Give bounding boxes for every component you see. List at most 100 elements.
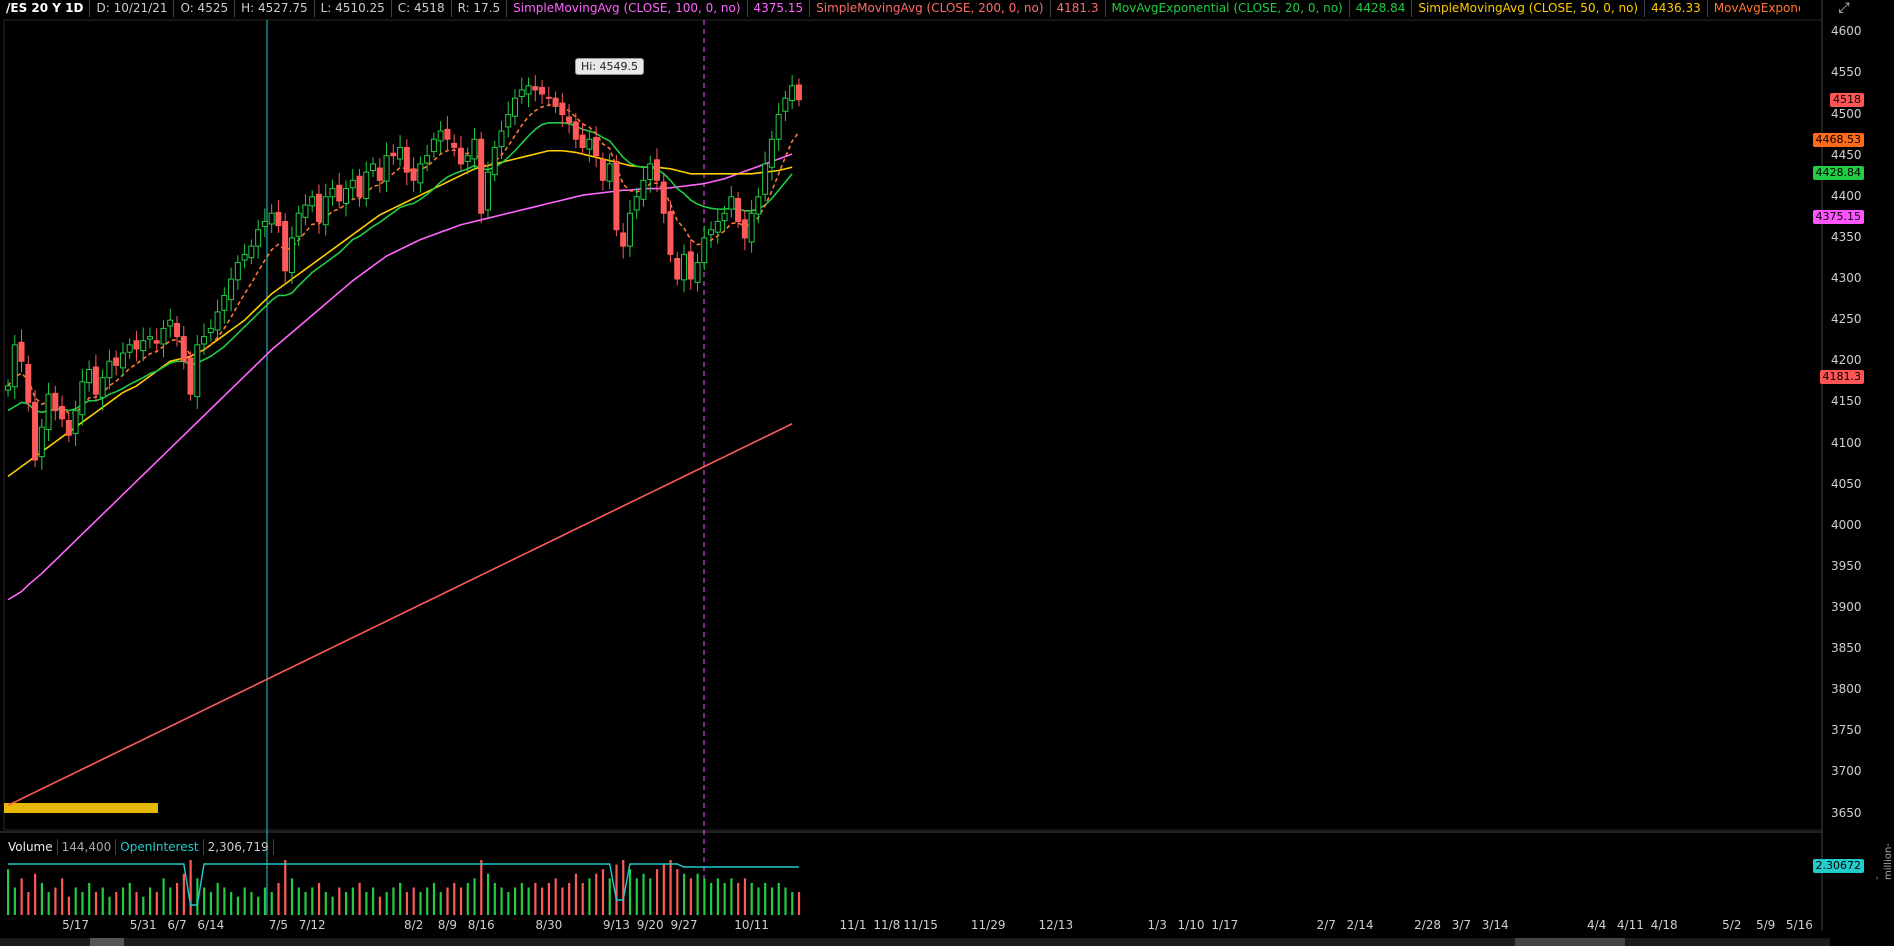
price-tick: 3850 bbox=[1831, 641, 1862, 656]
study-sma200-label[interactable]: SimpleMovingAvg (CLOSE, 200, 0, no) bbox=[810, 0, 1051, 17]
candle-body bbox=[322, 196, 329, 226]
candle-body bbox=[72, 410, 79, 435]
volume-bar bbox=[520, 882, 523, 915]
volume-bar bbox=[777, 882, 780, 915]
time-tick: 9/27 bbox=[670, 918, 698, 932]
volume-bar bbox=[121, 887, 125, 915]
candle-body bbox=[376, 167, 383, 181]
scroll-thumb[interactable] bbox=[90, 938, 124, 946]
sma50-line bbox=[7, 149, 793, 478]
volume-bar bbox=[290, 878, 294, 915]
candle-body bbox=[545, 96, 552, 99]
candle-body bbox=[363, 171, 370, 199]
price-tick: 4500 bbox=[1831, 106, 1862, 121]
volume-bar bbox=[581, 882, 584, 915]
volume-bar bbox=[683, 873, 686, 915]
study-sma50-label[interactable]: SimpleMovingAvg (CLOSE, 50, 0, no) bbox=[1412, 0, 1646, 17]
study-ema20-label[interactable]: MovAvgExponential (CLOSE, 20, 0, no) bbox=[1106, 0, 1350, 17]
open-interest-line bbox=[8, 863, 799, 906]
study-sma50-value: 4436.33 bbox=[1645, 0, 1708, 17]
volume-value: 144,400 bbox=[58, 839, 117, 855]
candle-body bbox=[721, 212, 728, 222]
volume-bar bbox=[655, 869, 659, 915]
volume-bar bbox=[703, 878, 706, 915]
volume-bar bbox=[311, 887, 314, 915]
study-sma100-label[interactable]: SimpleMovingAvg (CLOSE, 100, 0, no) bbox=[507, 0, 748, 17]
volume-bar bbox=[365, 892, 368, 915]
symbol-label[interactable]: /ES 20 Y 1D bbox=[0, 0, 91, 17]
price-tick: 4400 bbox=[1831, 188, 1862, 203]
volume-bar bbox=[94, 892, 98, 915]
volume-bar bbox=[412, 887, 415, 915]
time-tick: 4/18 bbox=[1650, 918, 1678, 932]
candle-body bbox=[728, 196, 735, 210]
scroll-range-thumb[interactable] bbox=[1515, 938, 1625, 946]
candle-body bbox=[133, 340, 140, 350]
volume-bar bbox=[459, 887, 463, 915]
volume-bar bbox=[324, 892, 327, 915]
price-tag: 4468.53 bbox=[1812, 133, 1864, 148]
candle-body bbox=[126, 344, 133, 353]
volume-bar bbox=[358, 882, 361, 915]
candle-body bbox=[430, 138, 437, 153]
time-scrollbar[interactable] bbox=[0, 938, 1830, 946]
time-tick: 4/11 bbox=[1616, 918, 1644, 932]
volume-bar bbox=[304, 892, 307, 915]
price-tag: 4518 bbox=[1830, 92, 1864, 107]
time-tick: 7/5 bbox=[268, 918, 289, 932]
volume-bar bbox=[216, 882, 219, 915]
time-tick: 5/2 bbox=[1722, 918, 1742, 932]
time-tick: 9/13 bbox=[602, 918, 630, 932]
candle-body bbox=[640, 179, 647, 200]
candle-body bbox=[505, 114, 512, 128]
volume-label[interactable]: Volume bbox=[4, 839, 58, 855]
candle-body bbox=[315, 193, 322, 222]
candle-body bbox=[99, 377, 106, 398]
candle-body bbox=[532, 86, 539, 91]
volume-bar bbox=[493, 882, 496, 915]
chart-header: /ES 20 Y 1D D: 10/21/21 O: 4525 H: 4527.… bbox=[0, 0, 1800, 17]
candle-body bbox=[403, 146, 410, 173]
candle-body bbox=[248, 245, 255, 259]
candle-body bbox=[309, 196, 316, 207]
volume-bar bbox=[263, 887, 267, 915]
volume-bar bbox=[784, 887, 787, 915]
time-tick: 5/31 bbox=[129, 918, 157, 932]
price-tick: 3800 bbox=[1831, 682, 1862, 697]
volume-bar bbox=[203, 887, 206, 915]
volume-bar bbox=[284, 860, 287, 915]
candle-body bbox=[59, 405, 66, 420]
price-chart[interactable] bbox=[0, 0, 1894, 946]
time-tick: 2/7 bbox=[1316, 918, 1336, 932]
candle-body bbox=[52, 392, 59, 412]
candle-body bbox=[370, 163, 377, 171]
candle-body bbox=[457, 147, 464, 165]
expand-icon[interactable]: ⤢ bbox=[1834, 0, 1854, 17]
study-ema8-label[interactable]: MovAvgExponential (CLOSE, 8, 0, no) bbox=[1708, 0, 1800, 17]
candle-body bbox=[410, 168, 417, 181]
candle-body bbox=[579, 134, 586, 148]
volume-bar bbox=[331, 896, 334, 915]
candle-body bbox=[701, 237, 708, 264]
volume-bar bbox=[338, 887, 341, 915]
high-tooltip: Hi: 4549.5 bbox=[575, 58, 645, 75]
sma200-line bbox=[7, 423, 793, 807]
candle-body bbox=[228, 278, 235, 301]
volume-bar bbox=[669, 860, 672, 915]
volume-bar bbox=[601, 869, 605, 915]
open-interest-label[interactable]: OpenInterest bbox=[116, 839, 204, 855]
time-tick: 11/8 bbox=[873, 918, 901, 932]
candle-body bbox=[214, 311, 221, 331]
candle-body bbox=[491, 146, 498, 176]
volume-bar bbox=[317, 882, 321, 915]
time-tick: 8/16 bbox=[467, 918, 495, 932]
candle-body bbox=[241, 253, 248, 261]
price-tick: 4100 bbox=[1831, 435, 1862, 450]
candle-body bbox=[572, 121, 579, 140]
volume-bar bbox=[54, 887, 57, 915]
volume-bar bbox=[730, 878, 733, 915]
time-tick: 1/3 bbox=[1147, 918, 1167, 932]
volume-bar bbox=[662, 864, 665, 915]
candle-body bbox=[11, 344, 18, 388]
candle-body bbox=[735, 197, 742, 222]
